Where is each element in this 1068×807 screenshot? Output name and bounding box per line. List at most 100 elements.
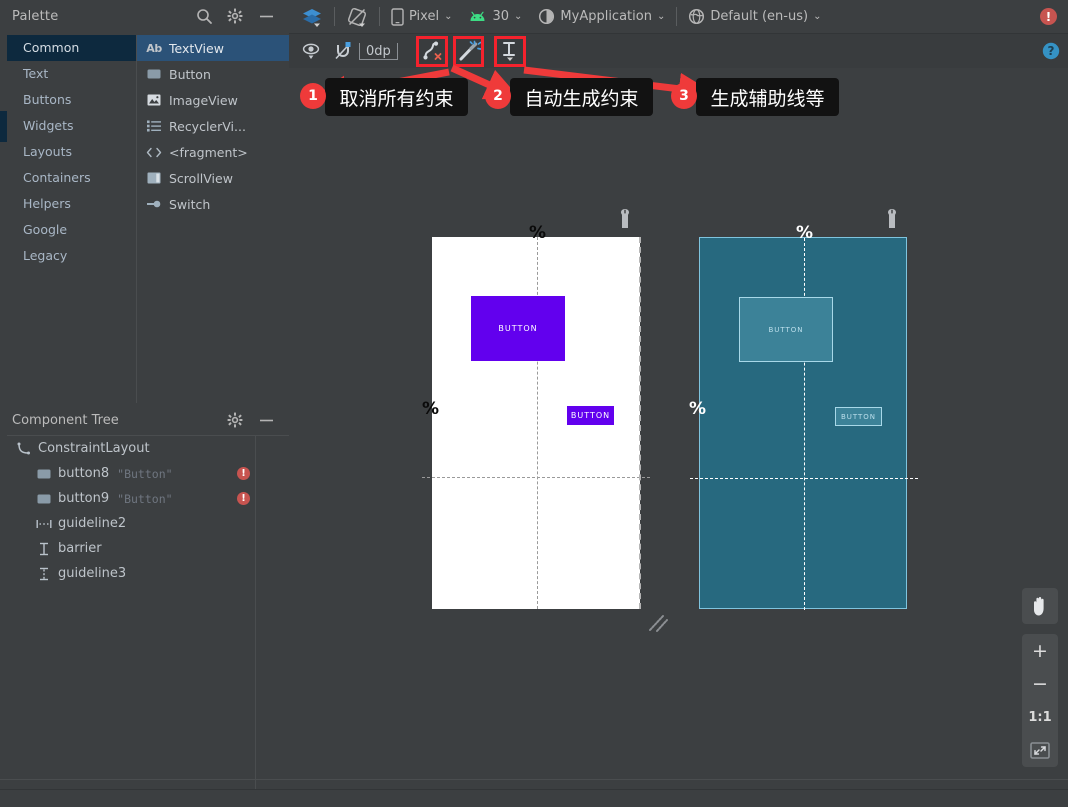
tree-node-guideline2[interactable]: guideline2 bbox=[7, 511, 289, 536]
minimize-icon[interactable] bbox=[258, 8, 275, 25]
component-tree-body: ConstraintLayout button8 "Button" ! butt… bbox=[7, 435, 289, 796]
palette-item-recyclerview[interactable]: RecyclerVi... bbox=[137, 113, 289, 139]
chevron-down-icon: ⌄ bbox=[813, 11, 822, 22]
guideline2-design[interactable] bbox=[537, 237, 538, 609]
palette-item-imageview[interactable]: ImageView bbox=[137, 87, 289, 113]
design-surface[interactable]: BUTTON BUTTON bbox=[422, 237, 650, 609]
palette-category-google[interactable]: Google bbox=[7, 217, 136, 243]
button8-blueprint[interactable]: BUTTON bbox=[739, 297, 833, 362]
minimize-icon[interactable] bbox=[258, 412, 275, 429]
annotation-label-3: 生成辅助线等 bbox=[696, 78, 839, 116]
actual-size-button[interactable]: 1:1 bbox=[1027, 706, 1053, 728]
palette-category-widgets[interactable]: Widgets bbox=[7, 113, 136, 139]
palette-category-containers[interactable]: Containers bbox=[7, 165, 136, 191]
theme-label: MyApplication bbox=[560, 9, 652, 24]
left-edge-tab-accent[interactable] bbox=[0, 111, 7, 142]
chevron-down-icon: ⌄ bbox=[514, 11, 523, 22]
switch-icon bbox=[146, 197, 162, 211]
palette-item-button[interactable]: Button bbox=[137, 61, 289, 87]
palette-item-list: Ab TextView Button ImageView RecyclerVi.… bbox=[136, 35, 289, 403]
palette-item-label: ImageView bbox=[169, 92, 238, 108]
palette-item-label: <fragment> bbox=[169, 144, 248, 160]
autoconnect-button[interactable] bbox=[333, 41, 353, 61]
locale-label: Default (en-us) bbox=[710, 9, 809, 24]
guideline3-blueprint[interactable] bbox=[690, 478, 918, 479]
button9-design[interactable]: BUTTON bbox=[567, 406, 614, 425]
tree-node-text-preview: "Button" bbox=[117, 466, 173, 481]
device-label: Pixel bbox=[409, 9, 440, 24]
highlight-guidelines bbox=[494, 36, 526, 67]
tree-node-button9[interactable]: button9 "Button" ! bbox=[7, 486, 289, 511]
palette-category-list: Common Text Buttons Widgets Layouts Cont… bbox=[7, 35, 136, 403]
view-options-button[interactable] bbox=[301, 41, 323, 61]
theme-selector[interactable]: MyApplication ⌄ bbox=[536, 8, 667, 25]
tree-node-error-badge[interactable]: ! bbox=[237, 467, 250, 480]
button-icon bbox=[35, 494, 53, 504]
ab-text-icon: Ab bbox=[146, 41, 162, 55]
search-icon[interactable] bbox=[196, 8, 213, 25]
tree-node-label: button9 bbox=[58, 491, 110, 506]
palette-item-switch[interactable]: Switch bbox=[137, 191, 289, 217]
image-icon bbox=[146, 93, 162, 107]
toolbar-separator bbox=[334, 7, 335, 26]
tree-node-label: button8 bbox=[58, 466, 110, 481]
android-studio-layout-editor: Palette Common Text Buttons Widgets Layo… bbox=[0, 0, 1068, 807]
button9-blueprint[interactable]: BUTTON bbox=[835, 407, 882, 426]
guideline3-percent-marker-design[interactable]: % bbox=[422, 399, 439, 419]
palette-item-label: Button bbox=[169, 66, 211, 82]
tree-node-guideline3[interactable]: guideline3 bbox=[7, 561, 289, 586]
bottom-divider bbox=[0, 779, 1068, 780]
button8-design[interactable]: BUTTON bbox=[471, 296, 565, 361]
guideline2-percent-marker-design[interactable]: % bbox=[529, 223, 546, 243]
button-icon bbox=[35, 469, 53, 479]
toolbar-error-badge[interactable]: ! bbox=[1040, 8, 1057, 25]
barrier-design[interactable] bbox=[639, 237, 641, 609]
chevron-down-icon: ⌄ bbox=[656, 11, 666, 22]
wrench-icon[interactable] bbox=[886, 209, 898, 229]
toolbar-separator bbox=[676, 7, 678, 26]
help-icon[interactable]: ? bbox=[1042, 42, 1060, 60]
editor-toolbar: Pixel ⌄ 30 ⌄ MyApplication ⌄ Default (en… bbox=[289, 0, 1068, 33]
guideline2-percent-marker-blueprint[interactable]: % bbox=[796, 223, 813, 243]
guideline3-design[interactable] bbox=[422, 477, 650, 478]
zoom-in-button[interactable]: + bbox=[1027, 640, 1053, 662]
guideline2-blueprint[interactable] bbox=[804, 238, 805, 610]
zoom-out-button[interactable]: − bbox=[1027, 673, 1053, 695]
design-canvas[interactable]: BUTTON BUTTON % % BUTTON BUTTON % % + − … bbox=[289, 68, 1068, 789]
wrench-icon[interactable] bbox=[619, 209, 631, 229]
default-margin-field[interactable]: 0dp bbox=[359, 42, 398, 60]
tree-node-constraintlayout[interactable]: ConstraintLayout bbox=[7, 436, 289, 461]
gear-icon[interactable] bbox=[227, 8, 244, 25]
palette-item-fragment[interactable]: <fragment> bbox=[137, 139, 289, 165]
annotation-number-2: 2 bbox=[485, 83, 511, 109]
status-bar bbox=[0, 789, 1068, 807]
orientation-button[interactable] bbox=[344, 6, 370, 28]
list-icon bbox=[146, 119, 162, 133]
blueprint-surface[interactable]: BUTTON BUTTON bbox=[690, 237, 918, 610]
design-mode-layers-button[interactable] bbox=[299, 6, 325, 28]
palette-category-layouts[interactable]: Layouts bbox=[7, 139, 136, 165]
palette-category-legacy[interactable]: Legacy bbox=[7, 243, 136, 269]
palette-category-buttons[interactable]: Buttons bbox=[7, 87, 136, 113]
locale-selector[interactable]: Default (en-us) ⌄ bbox=[686, 8, 823, 25]
button-icon bbox=[146, 67, 162, 81]
palette-title: Palette bbox=[12, 9, 59, 24]
gear-icon[interactable] bbox=[227, 412, 244, 429]
tree-node-button8[interactable]: button8 "Button" ! bbox=[7, 461, 289, 486]
device-selector[interactable]: Pixel ⌄ bbox=[389, 7, 454, 26]
palette-category-common[interactable]: Common bbox=[7, 35, 136, 61]
pan-hand-icon[interactable] bbox=[1022, 588, 1058, 624]
palette-item-scrollview[interactable]: ScrollView bbox=[137, 165, 289, 191]
api-label: 30 bbox=[492, 9, 510, 24]
scrollview-icon bbox=[146, 171, 162, 185]
tree-node-barrier[interactable]: barrier bbox=[7, 536, 289, 561]
palette-item-textview[interactable]: Ab TextView bbox=[137, 35, 289, 61]
api-selector[interactable]: 30 ⌄ bbox=[466, 9, 524, 24]
palette-category-text[interactable]: Text bbox=[7, 61, 136, 87]
tree-node-error-badge[interactable]: ! bbox=[237, 492, 250, 505]
resize-handle-icon[interactable] bbox=[647, 611, 669, 633]
palette-category-helpers[interactable]: Helpers bbox=[7, 191, 136, 217]
palette-item-label: TextView bbox=[169, 40, 224, 56]
guideline3-percent-marker-blueprint[interactable]: % bbox=[689, 399, 706, 419]
zoom-to-fit-icon[interactable] bbox=[1027, 739, 1053, 761]
